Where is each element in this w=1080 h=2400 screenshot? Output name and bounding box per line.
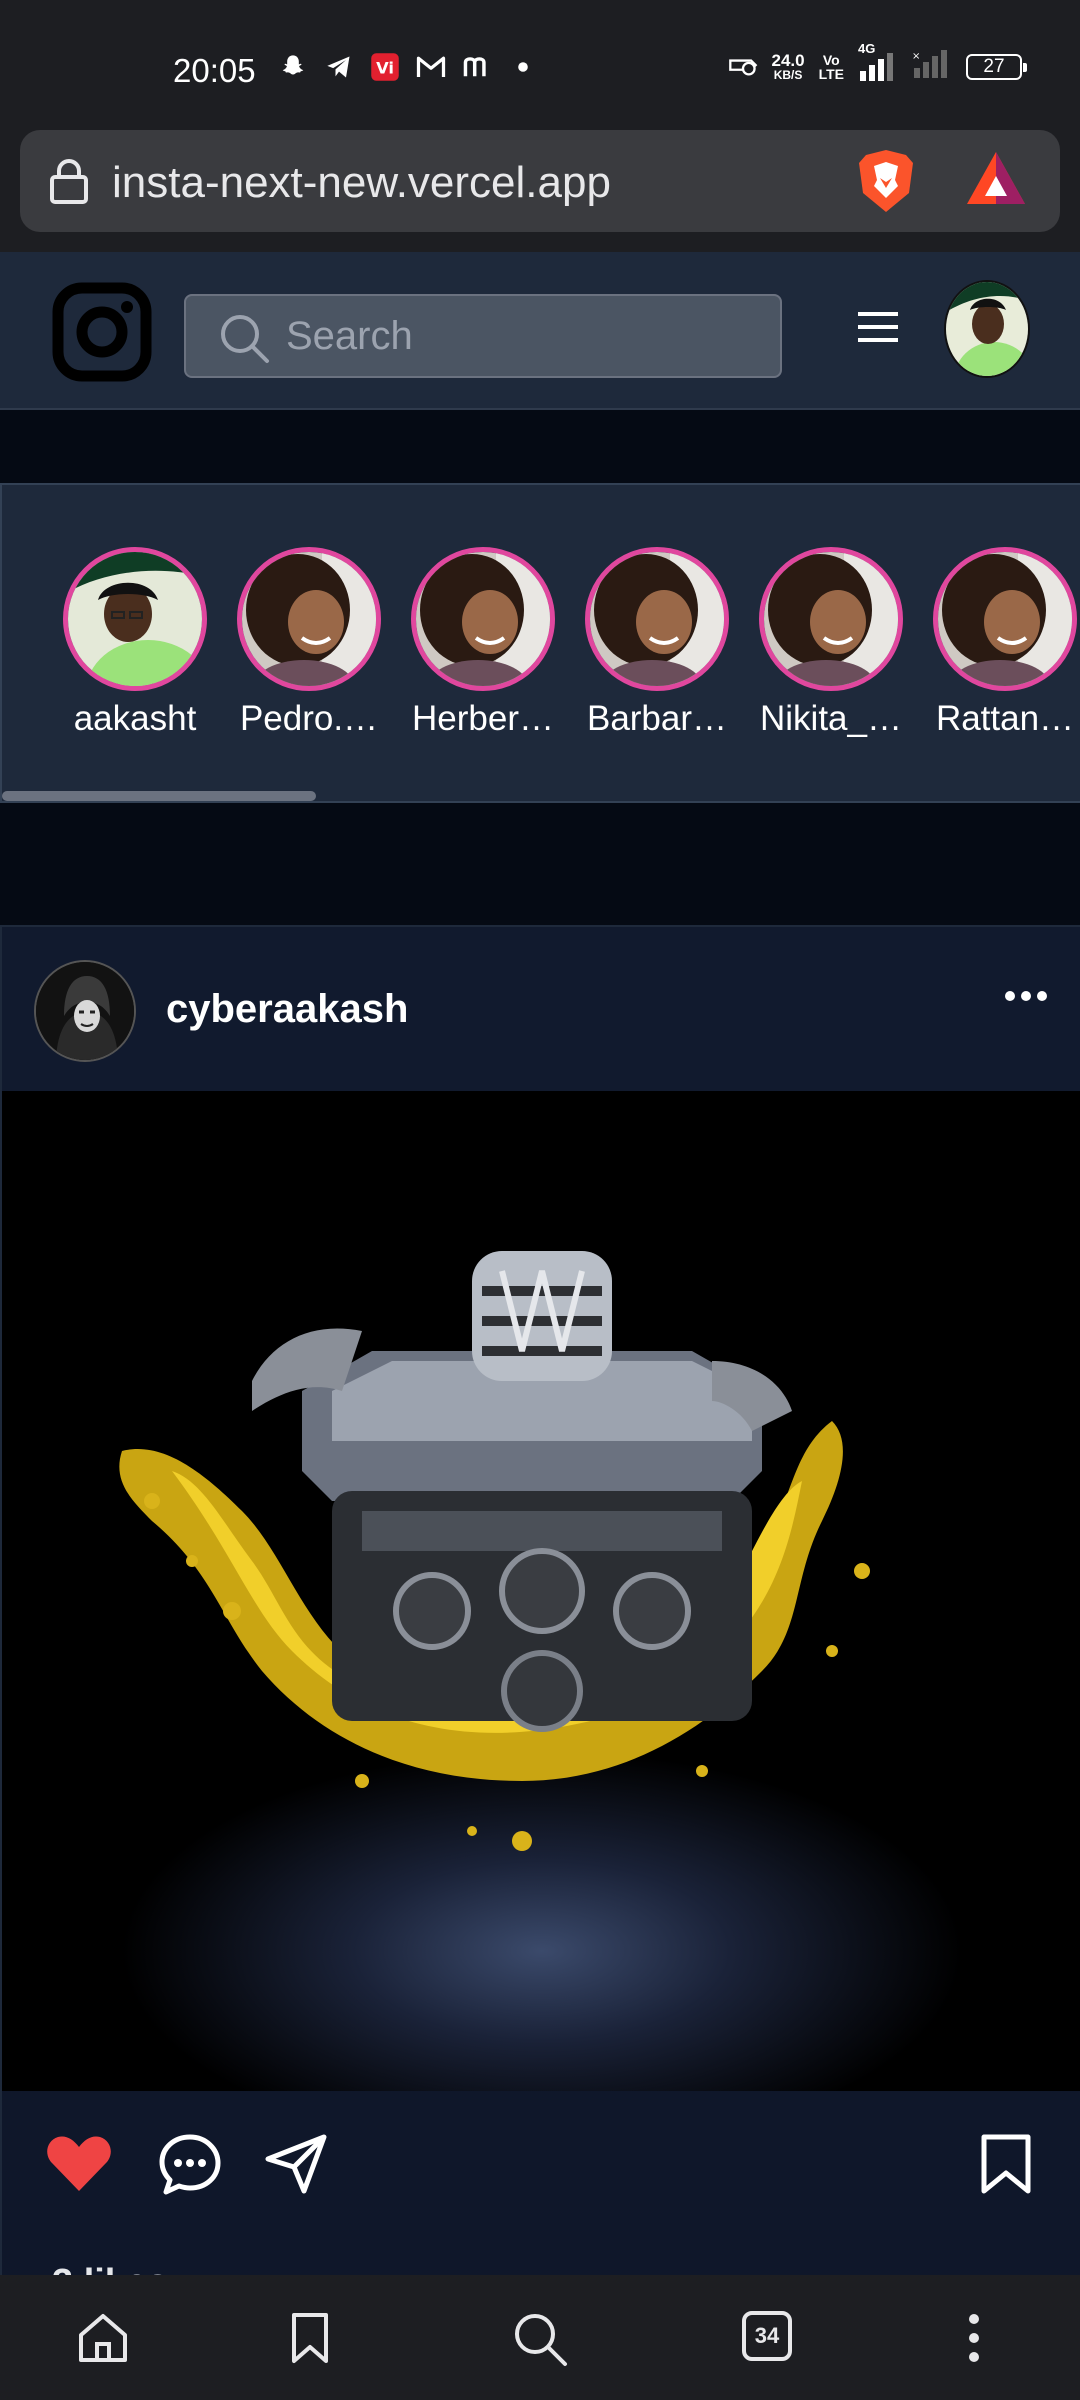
stories-bar[interactable]: aakasht Pedro.… Herber… Barbar… Nikita_… Ratt… (0, 483, 1080, 803)
svg-text:Vi: Vi (376, 58, 394, 77)
app-header (0, 252, 1080, 410)
notification-icons: Vi (278, 52, 538, 82)
url-text[interactable]: insta-next-new.vercel.app (112, 158, 611, 208)
like-heart-icon[interactable] (46, 2133, 112, 2198)
tabs-button[interactable]: 34 (742, 2311, 792, 2361)
stories-scrollbar[interactable] (2, 791, 1080, 801)
story-username[interactable]: Herber… (408, 699, 558, 739)
post-username[interactable]: cyberaakash (166, 987, 408, 1032)
search-box[interactable] (184, 294, 782, 378)
telegram-icon (324, 52, 354, 82)
story-item[interactable]: aakasht (60, 547, 210, 739)
story-avatar[interactable] (585, 547, 729, 691)
volte-bottom: LTE (818, 65, 844, 82)
post-author-avatar[interactable] (34, 960, 136, 1062)
story-username[interactable]: Nikita_… (756, 699, 906, 739)
svg-text:×: × (912, 51, 920, 62)
network-speed-value: 24.0 (771, 50, 805, 70)
more-options-icon[interactable] (1004, 989, 1048, 1008)
post-header: cyberaakash (2, 927, 1080, 1091)
bookmark-icon[interactable] (980, 2133, 1032, 2200)
story-item[interactable]: Barbar… (582, 547, 732, 739)
story-username[interactable]: Barbar… (582, 699, 732, 739)
brave-shields-icon[interactable] (855, 148, 917, 219)
home-icon[interactable] (76, 2311, 130, 2370)
story-avatar[interactable] (63, 547, 207, 691)
story-avatar[interactable] (411, 547, 555, 691)
search-input[interactable] (286, 296, 756, 376)
browser-search-icon[interactable] (512, 2311, 568, 2372)
story-avatar[interactable] (237, 547, 381, 691)
menu-icon[interactable] (858, 310, 898, 349)
story-avatar[interactable] (759, 547, 903, 691)
brave-rewards-icon[interactable] (965, 150, 1027, 211)
instagram-logo-icon[interactable] (52, 282, 152, 387)
volte-indicator: Vo LTE (819, 53, 844, 81)
story-item[interactable]: Herber… (408, 547, 558, 739)
signal-strength-2-icon: × (912, 50, 952, 83)
lock-icon[interactable] (48, 158, 90, 209)
browser-menu-icon[interactable] (968, 2311, 980, 2370)
status-bar: 20:05 Vi 24.0 KB/S Vo LTE 4G × 27 (0, 0, 1080, 130)
story-username[interactable]: Pedro.… (234, 699, 384, 739)
vi-app-icon: Vi (370, 52, 400, 82)
browser-toolbar: insta-next-new.vercel.app (0, 130, 1080, 252)
signal-strength-icon: 4G (858, 41, 898, 81)
post-card: cyberaakash (0, 925, 1080, 2304)
story-item[interactable]: Nikita_… (756, 547, 906, 739)
post-actions (2, 2091, 1080, 2277)
status-time: 20:05 (173, 52, 256, 89)
story-username[interactable]: aakasht (60, 699, 210, 739)
snapchat-icon (278, 52, 308, 82)
browser-bottom-bar: 34 (0, 2275, 1080, 2400)
bookmarks-icon[interactable] (290, 2311, 330, 2370)
story-item[interactable]: Pedro.… (234, 547, 384, 739)
network-speed: 24.0 KB/S (771, 50, 805, 82)
battery-indicator: 27 (966, 53, 1027, 80)
tab-count[interactable]: 34 (742, 2311, 792, 2361)
data-saver-icon (728, 51, 758, 82)
network-type: 4G (858, 40, 876, 56)
m-app-icon (462, 52, 492, 82)
story-username[interactable]: Rattan… (930, 699, 1080, 739)
network-speed-unit: KB/S (773, 67, 803, 82)
story-item[interactable]: Rattan… (930, 547, 1080, 739)
more-notifications-dot-icon (508, 52, 538, 82)
post-image[interactable] (2, 1091, 1080, 2091)
profile-avatar[interactable] (944, 280, 1030, 378)
system-indicators: 24.0 KB/S Vo LTE 4G × 27 (728, 41, 1027, 83)
address-bar[interactable]: insta-next-new.vercel.app (20, 130, 1060, 232)
gmail-icon (416, 52, 446, 82)
share-send-icon[interactable] (264, 2133, 328, 2200)
stories-scrollbar-thumb[interactable] (2, 791, 316, 801)
story-avatar[interactable] (933, 547, 1077, 691)
comment-icon[interactable] (158, 2133, 222, 2200)
search-icon (218, 312, 270, 369)
volte-top: Vo (822, 51, 840, 68)
